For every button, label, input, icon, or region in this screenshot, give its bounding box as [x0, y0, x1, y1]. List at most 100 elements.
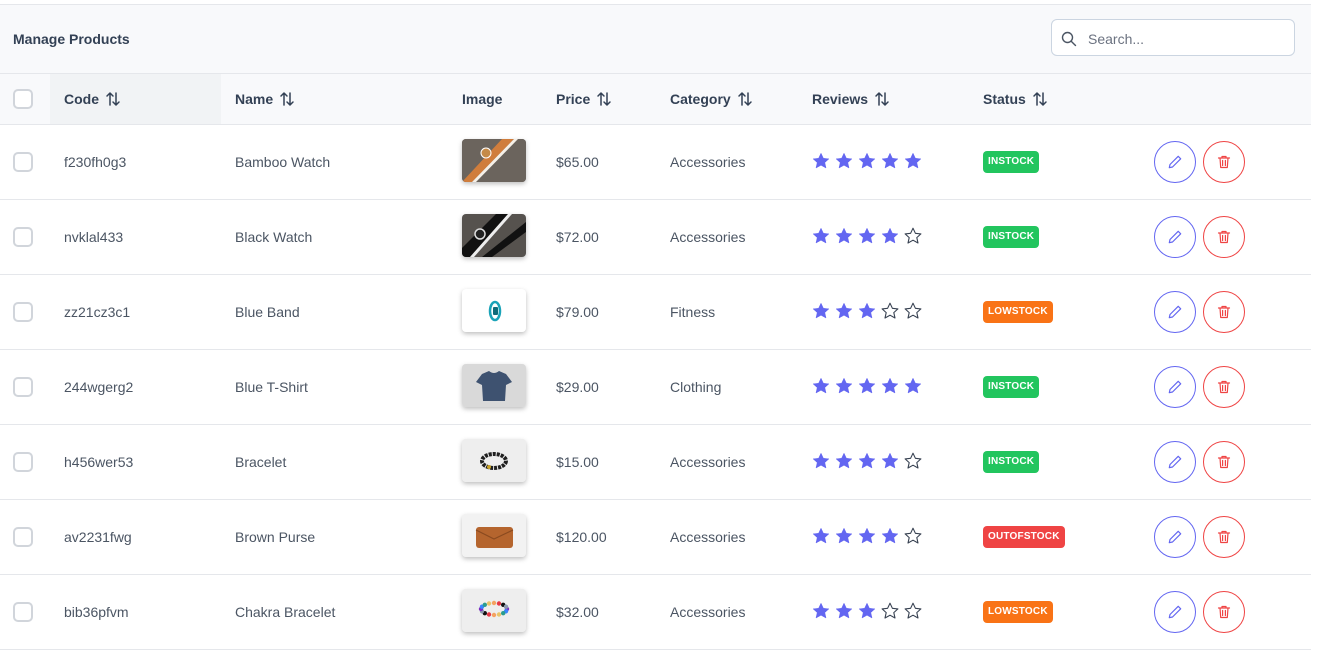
edit-button[interactable] — [1154, 366, 1196, 408]
cell-price: $32.00 — [556, 604, 599, 620]
row-checkbox[interactable] — [13, 377, 33, 397]
table-row: zz21cz3c1 Blue Band $79.00 Fitness LOWSTOCK — [0, 275, 1311, 350]
star-filled-icon — [835, 152, 853, 169]
edit-button[interactable] — [1154, 291, 1196, 333]
star-filled-icon — [881, 527, 899, 544]
star-filled-icon — [858, 452, 876, 469]
star-filled-icon — [858, 527, 876, 544]
sort-icon[interactable] — [596, 91, 612, 107]
product-image — [462, 289, 526, 332]
trash-icon — [1217, 455, 1231, 469]
star-empty-icon — [904, 452, 922, 469]
cell-code: av2231fwg — [64, 529, 132, 545]
delete-button[interactable] — [1203, 216, 1245, 258]
trash-icon — [1217, 305, 1231, 319]
column-header-code[interactable]: Code — [64, 91, 121, 107]
edit-button[interactable] — [1154, 141, 1196, 183]
search-box[interactable] — [1051, 19, 1295, 56]
edit-button[interactable] — [1154, 516, 1196, 558]
cell-name: Chakra Bracelet — [235, 604, 336, 620]
rating-stars[interactable] — [812, 602, 922, 620]
column-label: Code — [64, 91, 99, 107]
cell-category: Accessories — [670, 229, 746, 245]
trash-icon — [1217, 605, 1231, 619]
cell-category: Accessories — [670, 454, 746, 470]
status-badge: INSTOCK — [983, 376, 1040, 398]
delete-button[interactable] — [1203, 141, 1245, 183]
edit-button[interactable] — [1154, 441, 1196, 483]
search-input[interactable] — [1086, 28, 1290, 50]
product-image — [462, 214, 526, 257]
star-filled-icon — [835, 302, 853, 319]
rating-stars[interactable] — [812, 527, 922, 545]
column-header-status[interactable]: Status — [983, 91, 1048, 107]
column-header-reviews[interactable]: Reviews — [812, 91, 890, 107]
delete-button[interactable] — [1203, 441, 1245, 483]
edit-button[interactable] — [1154, 591, 1196, 633]
row-checkbox[interactable] — [13, 527, 33, 547]
sort-icon[interactable] — [1032, 91, 1048, 107]
cell-name: Bamboo Watch — [235, 154, 331, 170]
rating-stars[interactable] — [812, 452, 922, 470]
cell-name: Blue Band — [235, 304, 300, 320]
edit-button[interactable] — [1154, 216, 1196, 258]
rating-stars[interactable] — [812, 377, 922, 395]
star-empty-icon — [904, 227, 922, 244]
column-label: Name — [235, 91, 274, 107]
search-icon — [1061, 31, 1077, 47]
column-header-category[interactable]: Category — [670, 91, 753, 107]
cell-category: Accessories — [670, 529, 746, 545]
star-filled-icon — [835, 602, 853, 619]
star-filled-icon — [858, 152, 876, 169]
pencil-icon — [1168, 380, 1182, 394]
star-empty-icon — [881, 302, 899, 319]
rating-stars[interactable] — [812, 152, 922, 170]
trash-icon — [1217, 530, 1231, 544]
product-image — [462, 439, 526, 482]
delete-button[interactable] — [1203, 591, 1245, 633]
select-all-checkbox[interactable] — [13, 89, 33, 109]
sort-icon[interactable] — [105, 91, 121, 107]
row-checkbox[interactable] — [13, 452, 33, 472]
sort-icon[interactable] — [874, 91, 890, 107]
star-filled-icon — [812, 452, 830, 469]
page-title: Manage Products — [13, 31, 130, 47]
column-label: Price — [556, 91, 591, 107]
delete-button[interactable] — [1203, 516, 1245, 558]
cell-name: Bracelet — [235, 454, 287, 470]
cell-price: $79.00 — [556, 304, 599, 320]
row-checkbox[interactable] — [13, 152, 33, 172]
delete-button[interactable] — [1203, 366, 1245, 408]
cell-code: nvklal433 — [64, 229, 124, 245]
rating-stars[interactable] — [812, 227, 922, 245]
star-empty-icon — [904, 602, 922, 619]
row-checkbox[interactable] — [13, 302, 33, 322]
row-checkbox[interactable] — [13, 227, 33, 247]
column-label: Reviews — [812, 91, 869, 107]
star-filled-icon — [835, 227, 853, 244]
column-header-price[interactable]: Price — [556, 91, 612, 107]
cell-price: $72.00 — [556, 229, 599, 245]
sort-icon[interactable] — [279, 91, 295, 107]
delete-button[interactable] — [1203, 291, 1245, 333]
trash-icon — [1217, 155, 1231, 169]
column-label: Image — [462, 91, 503, 107]
sort-icon[interactable] — [737, 91, 753, 107]
star-filled-icon — [812, 602, 830, 619]
product-image — [462, 514, 526, 557]
row-checkbox[interactable] — [13, 602, 33, 622]
column-header-name[interactable]: Name — [235, 91, 295, 107]
column-label: Category — [670, 91, 731, 107]
cell-code: f230fh0g3 — [64, 154, 127, 170]
rating-stars[interactable] — [812, 302, 922, 320]
trash-icon — [1217, 380, 1231, 394]
star-empty-icon — [904, 527, 922, 544]
table-header: Code Name Image Price Category Reviews Status — [0, 74, 1311, 125]
cell-category: Accessories — [670, 604, 746, 620]
status-badge: LOWSTOCK — [983, 301, 1053, 323]
table-row: f230fh0g3 Bamboo Watch $65.00 Accessories IN… — [0, 125, 1311, 200]
status-badge: INSTOCK — [983, 451, 1040, 473]
star-filled-icon — [835, 377, 853, 394]
pencil-icon — [1168, 605, 1182, 619]
cell-category: Clothing — [670, 379, 722, 395]
